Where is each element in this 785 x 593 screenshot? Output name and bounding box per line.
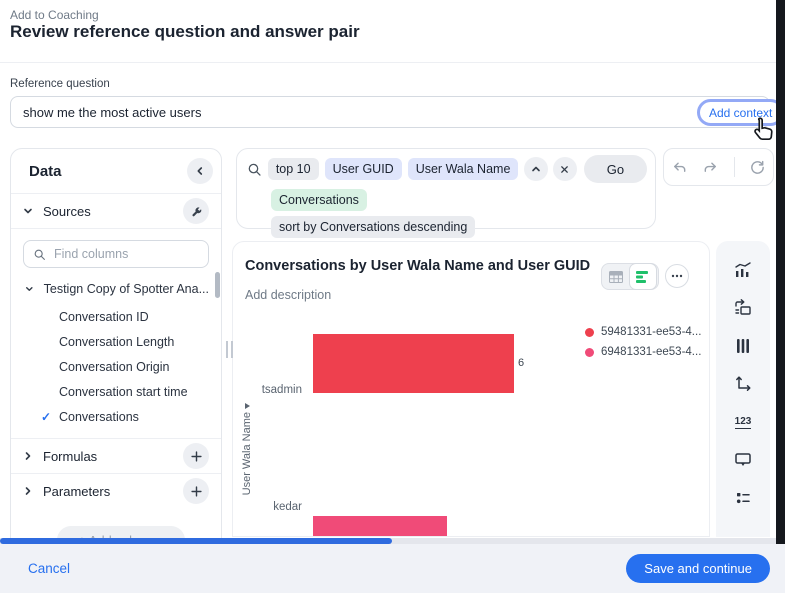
columns-config-button[interactable] xyxy=(716,327,770,365)
data-panel-title: Data xyxy=(29,163,187,180)
search-token-keyword[interactable]: top 10 xyxy=(268,158,319,180)
columns-icon xyxy=(734,337,752,355)
parameters-label: Parameters xyxy=(43,484,183,499)
bar-kedar[interactable] xyxy=(313,516,447,537)
parameters-section-header[interactable]: Parameters xyxy=(11,474,221,508)
reset-icon xyxy=(749,159,766,176)
source-table-name: Testign Copy of Spotter Ana... xyxy=(44,282,209,296)
search-token-attribute[interactable]: User GUID xyxy=(325,158,402,180)
page-title: Review reference question and answer pai… xyxy=(10,22,360,42)
search-token-attribute[interactable]: User Wala Name xyxy=(408,158,519,180)
chevron-right-icon xyxy=(23,451,33,461)
plus-icon xyxy=(191,486,202,497)
breadcrumb: Add to Coaching xyxy=(10,8,99,22)
panel-divider xyxy=(11,228,221,229)
search-icon xyxy=(33,248,46,261)
chart-plot: tsadmin 6 kedar xyxy=(233,242,710,537)
redo-button[interactable] xyxy=(702,159,719,176)
column-item[interactable]: Conversation ID xyxy=(33,304,221,329)
reset-button[interactable] xyxy=(749,159,766,176)
wrench-icon xyxy=(190,205,203,218)
formulas-section-header[interactable]: Formulas xyxy=(11,439,221,473)
redo-icon xyxy=(702,159,719,176)
reference-question-input[interactable]: show me the most active users xyxy=(10,96,770,128)
search-token-keyword[interactable]: sort by Conversations descending xyxy=(271,216,475,238)
column-item[interactable]: Conversation Origin xyxy=(33,354,221,379)
columns-list: Conversation ID Conversation Length Conver… xyxy=(11,300,221,429)
sources-label: Sources xyxy=(43,204,183,219)
category-label: tsadmin xyxy=(242,384,302,396)
toolbar-divider xyxy=(734,157,735,177)
category-label: kedar xyxy=(242,501,302,513)
footer-bar: Cancel Save and continue xyxy=(0,544,785,593)
panel-resize-handle[interactable] xyxy=(226,341,233,358)
layout-swap-icon xyxy=(733,298,753,318)
manage-sources-button[interactable] xyxy=(183,198,209,224)
check-icon: ✓ xyxy=(33,410,59,424)
add-to-coaching-dialog: Add to Coaching Review reference questio… xyxy=(0,0,785,593)
value-label: 6 xyxy=(518,357,524,369)
legend-settings-button[interactable] xyxy=(716,479,770,517)
chart-layout-button[interactable] xyxy=(716,289,770,327)
tooltip-icon xyxy=(733,451,753,469)
chart-type-button[interactable] xyxy=(716,251,770,289)
plus-icon xyxy=(191,451,202,462)
search-icon xyxy=(247,162,262,177)
source-table-row[interactable]: Testign Copy of Spotter Ana... xyxy=(11,274,221,300)
undo-icon xyxy=(671,159,688,176)
header-divider xyxy=(0,62,776,63)
chevron-down-icon xyxy=(23,206,33,216)
reference-question-value: show me the most active users xyxy=(23,105,201,120)
search-token-bar[interactable]: top 10 User GUID User Wala Name Go Convers… xyxy=(236,148,656,229)
column-label: Conversations xyxy=(59,410,139,424)
clear-search-button[interactable] xyxy=(553,157,577,181)
undo-button[interactable] xyxy=(671,159,688,176)
chevron-down-icon xyxy=(25,284,34,294)
column-label: Conversation Length xyxy=(59,335,174,349)
add-formula-button[interactable] xyxy=(183,443,209,469)
collapse-panel-button[interactable] xyxy=(187,158,213,184)
column-item[interactable]: Conversation Length xyxy=(33,329,221,354)
go-button[interactable]: Go xyxy=(584,155,647,183)
column-item[interactable]: ✓Conversations xyxy=(33,404,221,429)
data-panel: Data Sources Find columns Testign Copy o… xyxy=(10,148,222,540)
chevron-up-icon xyxy=(531,164,541,174)
chart-type-icon xyxy=(733,260,753,280)
collapse-search-button[interactable] xyxy=(524,157,548,181)
column-label: Conversation ID xyxy=(59,310,149,324)
token-row: top 10 User GUID User Wala Name xyxy=(268,158,525,180)
panel-scrollbar-thumb[interactable] xyxy=(215,272,220,298)
number-format-button[interactable]: 123 xyxy=(716,403,770,441)
column-item[interactable]: Conversation start time xyxy=(33,379,221,404)
axes-icon xyxy=(733,374,753,394)
save-and-continue-button[interactable]: Save and continue xyxy=(626,554,770,583)
find-columns-placeholder: Find columns xyxy=(54,247,128,261)
column-label: Conversation Origin xyxy=(59,360,169,374)
tooltip-config-button[interactable] xyxy=(716,441,770,479)
axes-config-button[interactable] xyxy=(716,365,770,403)
close-icon xyxy=(560,165,569,174)
chart-config-toolbar: 123 xyxy=(716,241,770,537)
token-row: Conversations xyxy=(271,189,647,211)
chevron-left-icon xyxy=(195,166,205,176)
answer-chart-card: Conversations by User Wala Name and User… xyxy=(232,241,710,537)
cancel-button[interactable]: Cancel xyxy=(28,561,70,576)
legend-settings-icon xyxy=(734,490,752,506)
sources-section-header[interactable]: Sources xyxy=(11,194,221,228)
column-label: Conversation start time xyxy=(59,385,188,399)
history-toolbar xyxy=(663,148,774,186)
axis-sort-arrow-icon xyxy=(244,402,251,410)
window-edge xyxy=(776,0,785,544)
chevron-right-icon xyxy=(23,486,33,496)
bar-tsadmin[interactable] xyxy=(313,334,514,393)
token-row: sort by Conversations descending xyxy=(271,216,647,238)
formulas-label: Formulas xyxy=(43,449,183,464)
number-format-icon: 123 xyxy=(735,416,752,429)
reference-question-label: Reference question xyxy=(10,78,110,90)
search-token-measure[interactable]: Conversations xyxy=(271,189,367,211)
find-columns-input[interactable]: Find columns xyxy=(23,240,209,268)
y-axis-label[interactable]: User Wala Name xyxy=(241,412,253,495)
add-parameter-button[interactable] xyxy=(183,478,209,504)
add-context-button[interactable]: Add context xyxy=(697,99,784,126)
